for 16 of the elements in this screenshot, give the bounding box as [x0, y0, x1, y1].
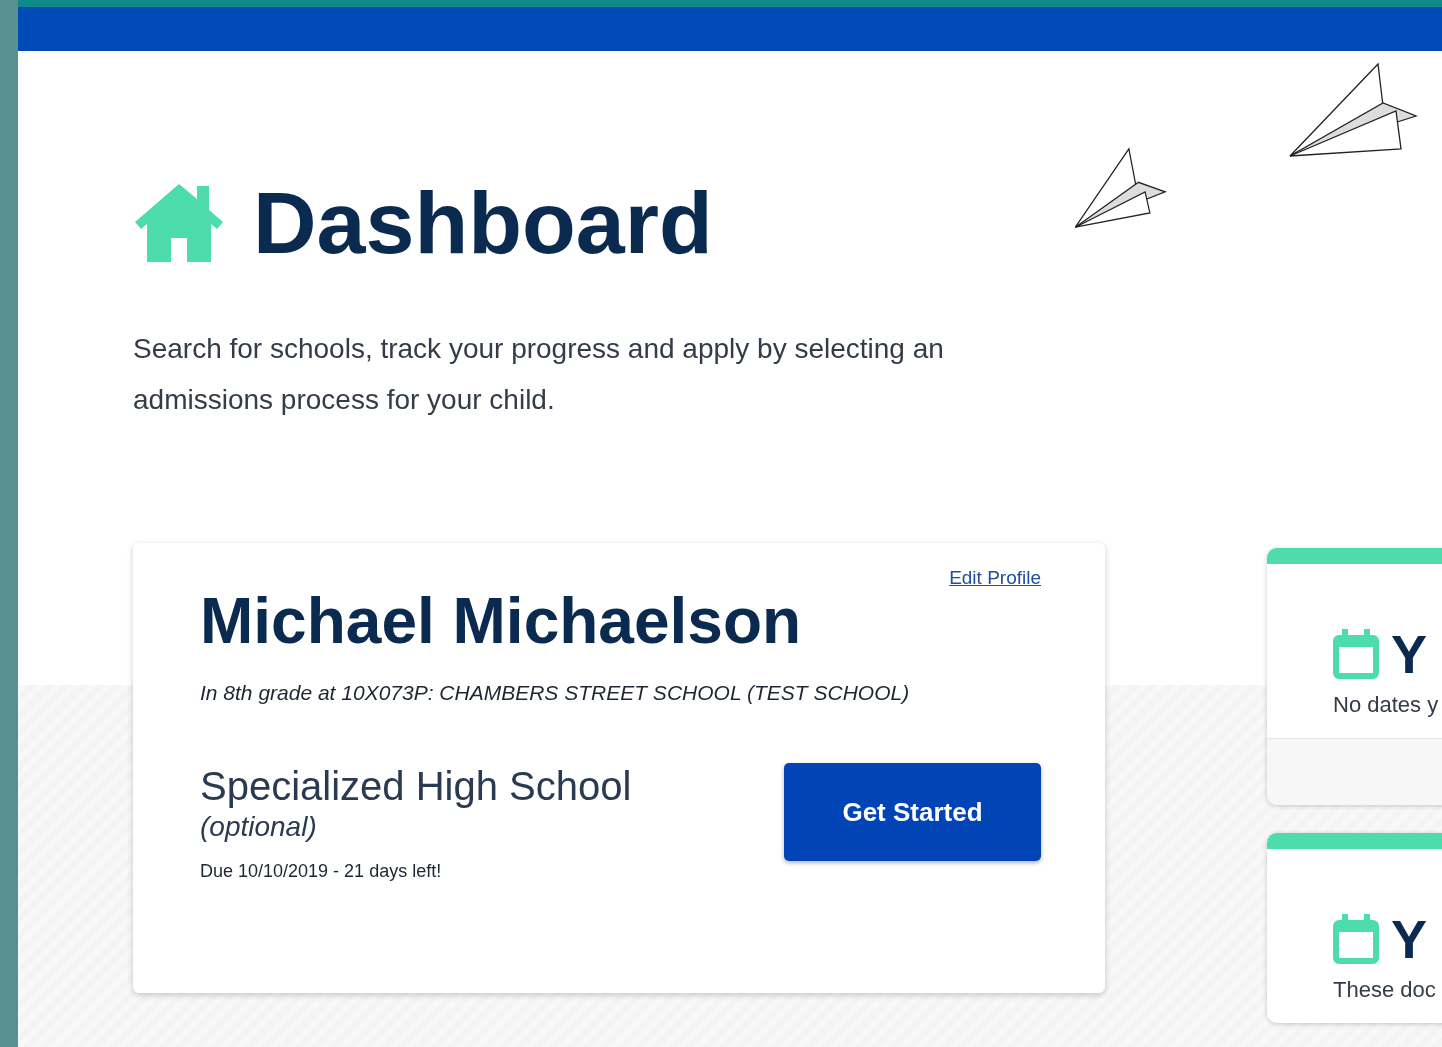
grade-info: In 8th grade at 10X073P: CHAMBERS STREET SCHOOL (TEST SCHOOL)	[200, 681, 911, 705]
get-started-button[interactable]: Get Started	[784, 763, 1041, 861]
card-title: Y	[1391, 626, 1428, 682]
card-text: These doc	[1333, 977, 1437, 1003]
process-note: (optional)	[200, 811, 318, 843]
card-title: Y	[1391, 911, 1428, 967]
edit-profile-link[interactable]: Edit Profile	[949, 567, 1041, 589]
student-name: Michael Michaelson	[200, 589, 803, 653]
card-text: No dates y	[1333, 692, 1440, 718]
page-description: Search for schools, track your progress and apply by selecting an admissions process for your child.	[133, 332, 945, 417]
process-title: Specialized High School	[200, 763, 632, 809]
due-date: Due 10/10/2019 - 21 days left!	[200, 861, 443, 882]
house-icon	[133, 182, 225, 264]
calendar-icon	[1333, 914, 1379, 964]
page-title: Dashboard	[253, 175, 713, 271]
calendar-icon	[1333, 629, 1379, 679]
